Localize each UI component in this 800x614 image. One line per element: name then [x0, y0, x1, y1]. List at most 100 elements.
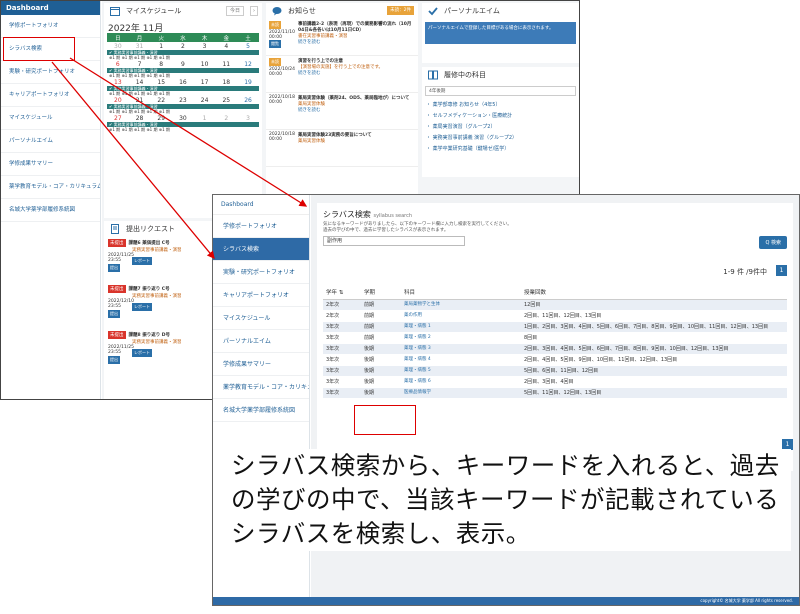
table-row: 3年次 後期 薬理・病態 3 2回目、3回目、4回目、5回目、6回目、7回目、8回目、… — [323, 343, 787, 355]
calendar-day[interactable]: 29 — [150, 114, 172, 122]
calendar-day[interactable]: 21 — [129, 96, 151, 104]
calendar-day[interactable]: 24 — [194, 96, 216, 104]
row-subject-link[interactable]: 薬理・病態 2 — [401, 332, 521, 344]
calendar-day[interactable]: 10 — [194, 60, 216, 68]
calendar-day[interactable]: 5 — [237, 42, 259, 50]
request-title[interactable]: 課題7 振り返り C号 — [129, 287, 170, 292]
calendar-day[interactable]: 11 — [215, 60, 237, 68]
calendar-day[interactable]: 9 — [172, 60, 194, 68]
row-subject-link[interactable]: 薬理・病態 4 — [401, 354, 521, 366]
read-more-link[interactable]: 続きを読む — [298, 107, 409, 113]
row-subject-link[interactable]: 医療品情報学 — [401, 387, 521, 399]
calendar-day[interactable]: 1 — [194, 114, 216, 122]
calendar-day[interactable]: 15 — [150, 78, 172, 86]
today-button[interactable]: 今日 — [225, 6, 244, 16]
news-item[interactable]: 2022/10/18 00:00 薬局実習体験（薬剤24、OD5、薬局臨地が）につい… — [266, 93, 418, 130]
report-button[interactable]: レポート — [132, 303, 152, 311]
row-subject-link[interactable]: 薬局薬物学と生体 — [401, 299, 521, 311]
row-subject-link[interactable]: 薬理・病態 6 — [401, 376, 521, 388]
sidebar-item-syllabus-search[interactable]: シラバス検索 — [213, 238, 309, 261]
news-item[interactable]: 未読 2022/10/24 00:00 演習を行う上での注意 【演習場の実施】を行う上で… — [266, 56, 418, 93]
calendar-day[interactable]: 26 — [237, 96, 259, 104]
sidebar-item-summary[interactable]: 学修成果サマリー — [1, 153, 100, 176]
row-subject-link[interactable]: 薬理・病態 3 — [401, 343, 521, 355]
calendar-day[interactable]: 12 — [237, 60, 259, 68]
request-title[interactable]: 課題6 薬価提出 C号 — [129, 241, 170, 246]
sidebar-item-portfolio[interactable]: 学修ポートフォリオ — [1, 15, 100, 38]
request-title[interactable]: 課題8 振り返り D号 — [129, 333, 171, 338]
report-button[interactable]: レポート — [132, 349, 152, 357]
sidebar-item-personal-aim[interactable]: パーソナルエイム — [1, 130, 100, 153]
pagination-page-top[interactable]: 1 — [776, 265, 787, 276]
calendar-day[interactable]: 2 — [215, 114, 237, 122]
calendar-day[interactable]: 1 — [150, 42, 172, 50]
sidebar-header[interactable]: Dashboard — [1, 1, 100, 15]
calendar-day[interactable]: 18 — [215, 78, 237, 86]
calendar-day[interactable]: 7 — [129, 60, 151, 68]
sidebar-item-career-portfolio[interactable]: キャリアポートフォリオ — [213, 284, 309, 307]
calendar-day[interactable]: 3 — [237, 114, 259, 122]
sidebar-item-research-portfolio[interactable]: 実験・研究ポートフォリオ — [213, 261, 309, 284]
sidebar-item-my-schedule[interactable]: マイスケジュール — [213, 307, 309, 330]
submit-button[interactable]: 提出 — [108, 356, 120, 364]
calendar-day[interactable]: 16 — [172, 78, 194, 86]
sidebar-item-career-portfolio[interactable]: キャリアポートフォリオ — [1, 84, 100, 107]
calendar-day[interactable]: 28 — [129, 114, 151, 122]
sidebar-item-research-portfolio[interactable]: 実験・研究ポートフォリオ — [1, 61, 100, 84]
sidebar-item-core-curriculum[interactable]: 薬学教育モデル・コア・カリキュラム — [1, 176, 100, 199]
unread-tag: 未読 — [269, 58, 281, 66]
course-link[interactable]: ・ 薬学卒業研究基礎（鍵場ゼ/医学） — [422, 143, 579, 154]
course-link[interactable]: ・ 薬局実習演習（グループ2） — [422, 121, 579, 132]
calendar-day[interactable]: 22 — [150, 96, 172, 104]
news-item[interactable]: 2022/10/18 00:00 薬局実習体験23実務の要旨について 薬局実習体験 — [266, 130, 418, 167]
column-header[interactable]: 学年 ⇅ — [323, 285, 361, 300]
term-select[interactable]: 4年後期 — [425, 86, 576, 96]
calendar-day[interactable]: 17 — [194, 78, 216, 86]
calendar-day[interactable]: 30 — [107, 42, 129, 50]
calendar-day[interactable]: 6 — [107, 60, 129, 68]
calendar-day[interactable]: 25 — [215, 96, 237, 104]
news-item[interactable]: 未読 2022/11/10 00:00 閲覧 事前講義2-2（表現（再現）での業務影響の… — [266, 19, 418, 56]
sidebar-item-core-curriculum[interactable]: 薬学教育モデル・コア・カリキュラム — [213, 376, 309, 399]
report-button[interactable]: レポート — [132, 257, 152, 265]
submit-button[interactable]: 提出 — [108, 264, 120, 272]
read-more-link[interactable]: 続きを読む — [298, 70, 383, 76]
read-more-link[interactable]: 続きを読む — [298, 39, 415, 45]
calendar-day[interactable]: 27 — [107, 114, 129, 122]
calendar-day[interactable]: 30 — [172, 114, 194, 122]
sidebar-item-course-map[interactable]: 名城大学薬学部履修系統図 — [1, 199, 100, 222]
calendar-day[interactable]: 8 — [150, 60, 172, 68]
unsubmitted-tag: 未提出 — [108, 285, 126, 293]
table-row: 3年次 前期 薬理・病態 2 8回目 — [323, 332, 787, 344]
sidebar-item-my-schedule[interactable]: マイスケジュール — [1, 107, 100, 130]
row-year: 2年次 — [323, 310, 361, 322]
sidebar-item-summary[interactable]: 学修成果サマリー — [213, 353, 309, 376]
row-subject-link[interactable]: 薬理・病態 1 — [401, 321, 521, 333]
calendar-day[interactable]: 13 — [107, 78, 129, 86]
calendar-day[interactable]: 4 — [215, 42, 237, 50]
row-subject-link[interactable]: 薬理・病態 5 — [401, 365, 521, 377]
news-title-text[interactable]: 事前講義2-2（表現（再現）での業務影響の流れ（10月04日&各各いは10月11… — [298, 21, 415, 33]
next-month-icon[interactable]: › — [250, 6, 258, 16]
view-button[interactable]: 閲覧 — [269, 40, 281, 48]
calendar-day[interactable]: 23 — [172, 96, 194, 104]
calendar-day[interactable]: 3 — [194, 42, 216, 50]
keyword-input[interactable]: 副作用 — [323, 236, 465, 246]
course-link[interactable]: ・ 実務実習事前講義 演習（グループ2） — [422, 132, 579, 143]
table-row: 3年次 後期 薬理・病態 6 2回目、3回目、4回目 — [323, 376, 787, 388]
calendar-day[interactable]: 31 — [129, 42, 151, 50]
calendar-day[interactable]: 14 — [129, 78, 151, 86]
submit-button[interactable]: 提出 — [108, 310, 120, 318]
row-subject-link[interactable]: 薬の作用 — [401, 310, 521, 322]
calendar-day[interactable]: 20 — [107, 96, 129, 104]
sidebar-item-personal-aim[interactable]: パーソナルエイム — [213, 330, 309, 353]
sidebar-header[interactable]: Dashboard — [213, 195, 309, 215]
sidebar-item-course-map[interactable]: 名城大学薬学部履修系統図 — [213, 399, 309, 422]
column-header: 科目 — [401, 285, 521, 300]
calendar-day[interactable]: 19 — [237, 78, 259, 86]
calendar-day[interactable]: 2 — [172, 42, 194, 50]
search-button[interactable]: Q 検索 — [759, 236, 787, 249]
course-link[interactable]: ・ 薬学部専修 お知らせ（4年5） — [422, 99, 579, 110]
sidebar-item-portfolio[interactable]: 学修ポートフォリオ — [213, 215, 309, 238]
course-link[interactable]: ・ セルフメディケーション・医療統計 — [422, 110, 579, 121]
